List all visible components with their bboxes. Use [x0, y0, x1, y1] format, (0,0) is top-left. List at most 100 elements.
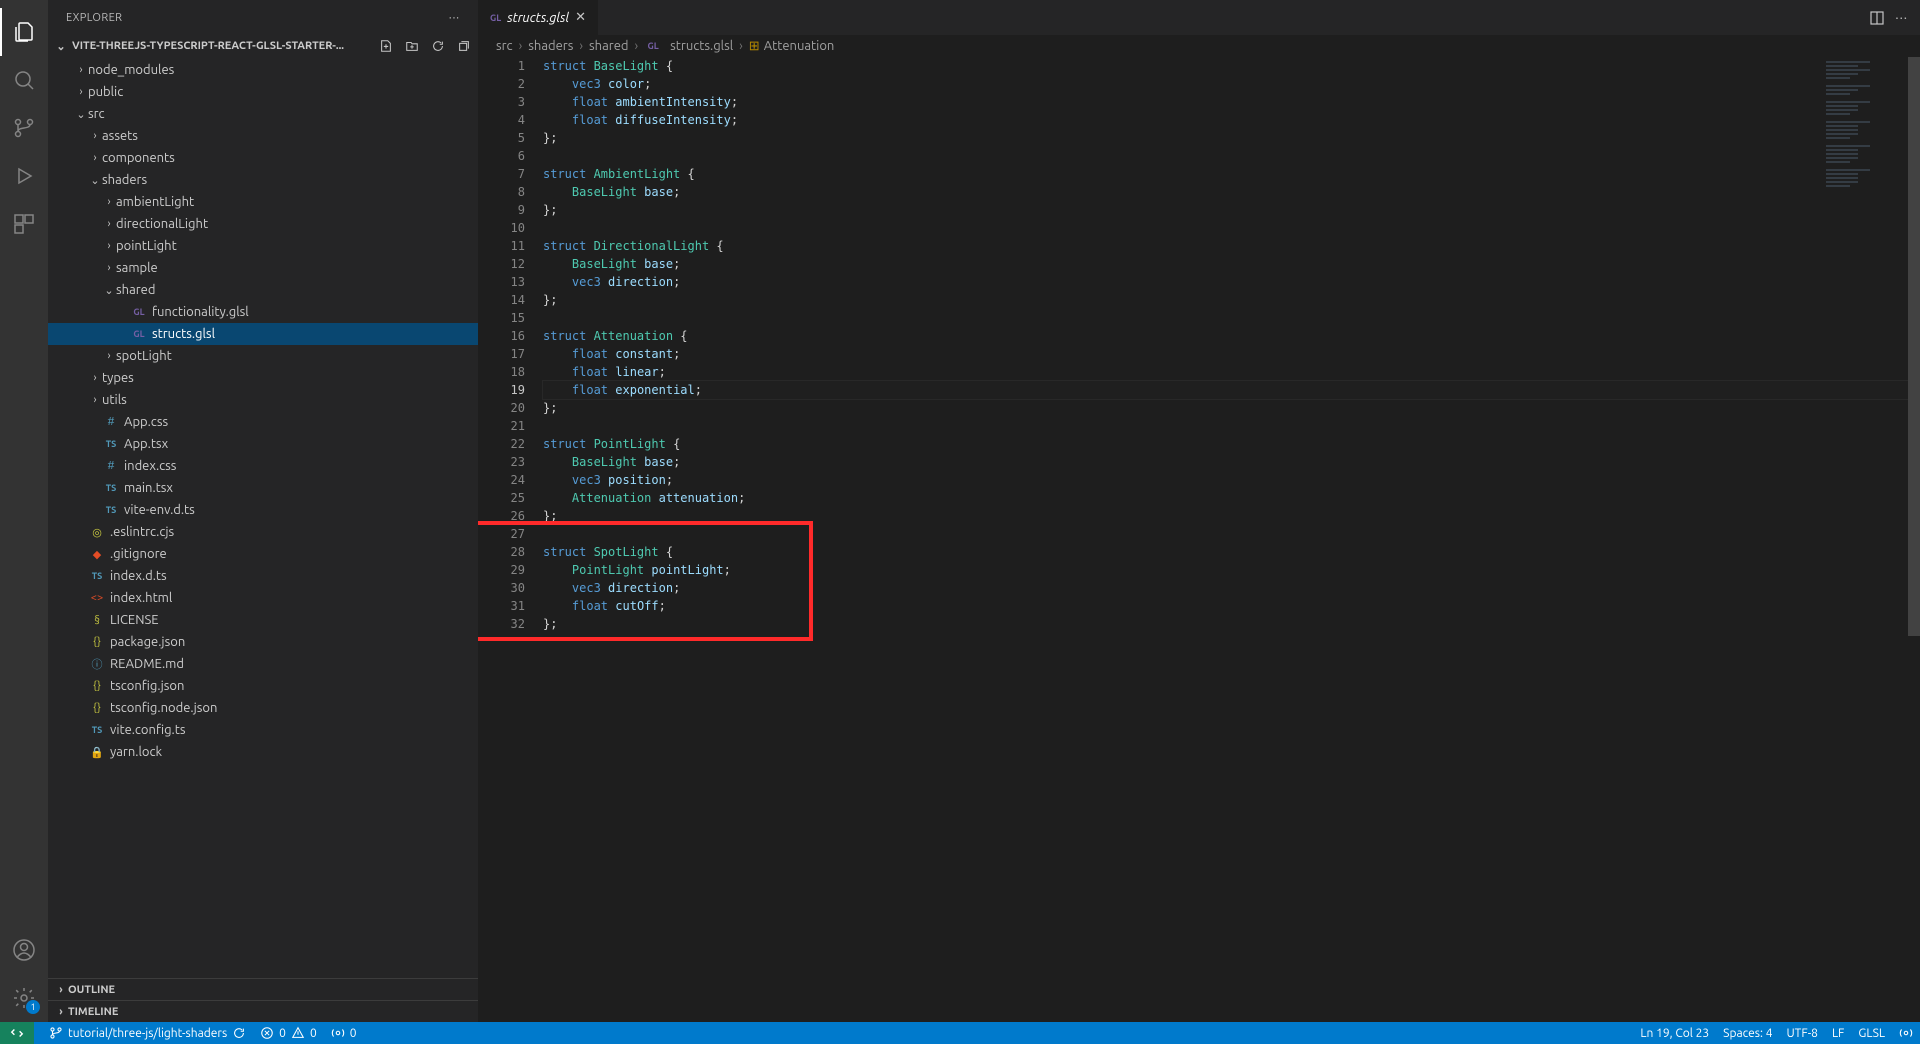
breadcrumb-item[interactable]: shared	[589, 39, 628, 53]
collapse-all-button[interactable]	[456, 38, 472, 54]
file-vite-config-ts[interactable]: TSvite.config.ts	[48, 719, 478, 741]
vertical-scrollbar[interactable]	[1908, 57, 1920, 1022]
code-line[interactable]: vec3 direction;	[543, 579, 1920, 597]
minimap[interactable]	[1826, 61, 1906, 187]
code-line[interactable]: };	[543, 507, 1920, 525]
code-line[interactable]: };	[543, 291, 1920, 309]
code-line[interactable]	[543, 147, 1920, 165]
code-line[interactable]	[543, 219, 1920, 237]
status-indent[interactable]: Spaces: 4	[1716, 1022, 1779, 1044]
code-line[interactable]: };	[543, 201, 1920, 219]
file-structs-glsl[interactable]: GLstructs.glsl	[48, 323, 478, 345]
folder-spotlight[interactable]: ›spotLight	[48, 345, 478, 367]
file-vite-env-d-ts[interactable]: TSvite-env.d.ts	[48, 499, 478, 521]
code-line[interactable]: };	[543, 615, 1920, 633]
activity-extensions[interactable]	[0, 200, 48, 248]
editor-more-button[interactable]: ···	[1895, 11, 1908, 25]
tab-close-button[interactable]: ✕	[575, 10, 586, 25]
file-tsconfig-node-json[interactable]: {}tsconfig.node.json	[48, 697, 478, 719]
file-package-json[interactable]: {}package.json	[48, 631, 478, 653]
code-area[interactable]: 1234567891011121314151617181920212223242…	[478, 57, 1920, 1022]
file-functionality-glsl[interactable]: GLfunctionality.glsl	[48, 301, 478, 323]
status-cursor[interactable]: Ln 19, Col 23	[1633, 1022, 1716, 1044]
code-line[interactable]: vec3 color;	[543, 75, 1920, 93]
folder-ambientlight[interactable]: ›ambientLight	[48, 191, 478, 213]
breadcrumb-item[interactable]: src	[496, 39, 513, 53]
code-line[interactable]	[543, 417, 1920, 435]
tab-structs-glsl[interactable]: GL structs.glsl ✕	[478, 0, 599, 35]
remote-button[interactable]	[0, 1022, 34, 1044]
folder-node-modules[interactable]: ›node_modules	[48, 59, 478, 81]
code-line[interactable]: vec3 position;	[543, 471, 1920, 489]
code-line[interactable]: };	[543, 129, 1920, 147]
activity-search[interactable]	[0, 56, 48, 104]
code-line[interactable]: BaseLight base;	[543, 183, 1920, 201]
status-language[interactable]: GLSL	[1851, 1022, 1892, 1044]
file-tree[interactable]: ›node_modules›public⌄src›assets›componen…	[48, 57, 478, 978]
file-readme-md[interactable]: ⓘREADME.md	[48, 653, 478, 675]
breadcrumb-item[interactable]: ⊞Attenuation	[749, 39, 835, 54]
file-app-tsx[interactable]: TSApp.tsx	[48, 433, 478, 455]
status-eol[interactable]: LF	[1825, 1022, 1851, 1044]
status-branch[interactable]: tutorial/three-js/light-shaders	[42, 1022, 253, 1044]
code-line[interactable]: PointLight pointLight;	[543, 561, 1920, 579]
code-line[interactable]: struct DirectionalLight {	[543, 237, 1920, 255]
code-line[interactable]: float ambientIntensity;	[543, 93, 1920, 111]
split-editor-button[interactable]	[1869, 10, 1885, 26]
breadcrumb-item[interactable]: shaders	[528, 39, 573, 53]
file-tsconfig-json[interactable]: {}tsconfig.json	[48, 675, 478, 697]
file-index-d-ts[interactable]: TSindex.d.ts	[48, 565, 478, 587]
code-line[interactable]: float diffuseIntensity;	[543, 111, 1920, 129]
activity-debug[interactable]	[0, 152, 48, 200]
code-line[interactable]: BaseLight base;	[543, 453, 1920, 471]
new-folder-button[interactable]	[404, 38, 420, 54]
timeline-section[interactable]: › TIMELINE	[48, 1000, 478, 1022]
activity-explorer[interactable]	[0, 8, 48, 56]
new-file-button[interactable]	[378, 38, 394, 54]
status-encoding[interactable]: UTF-8	[1779, 1022, 1824, 1044]
code-line[interactable]: struct SpotLight {	[543, 543, 1920, 561]
file-license[interactable]: §LICENSE	[48, 609, 478, 631]
code-line[interactable]	[543, 309, 1920, 327]
file-index-html[interactable]: <>index.html	[48, 587, 478, 609]
code-content[interactable]: struct BaseLight { vec3 color; float amb…	[543, 57, 1920, 1022]
folder-utils[interactable]: ›utils	[48, 389, 478, 411]
activity-settings[interactable]: 1	[0, 974, 48, 1022]
scrollbar-thumb[interactable]	[1908, 57, 1920, 636]
activity-account[interactable]	[0, 926, 48, 974]
code-line[interactable]: float constant;	[543, 345, 1920, 363]
breadcrumb-item[interactable]: GLstructs.glsl	[644, 39, 733, 53]
code-line[interactable]	[543, 525, 1920, 543]
code-line[interactable]: };	[543, 399, 1920, 417]
status-feedback[interactable]	[1892, 1022, 1920, 1044]
code-line[interactable]: float exponential;	[543, 381, 1920, 399]
folder-directionallight[interactable]: ›directionalLight	[48, 213, 478, 235]
file-yarn-lock[interactable]: 🔒yarn.lock	[48, 741, 478, 763]
file--eslintrc-cjs[interactable]: ◎.eslintrc.cjs	[48, 521, 478, 543]
file--gitignore[interactable]: ◆.gitignore	[48, 543, 478, 565]
file-main-tsx[interactable]: TSmain.tsx	[48, 477, 478, 499]
outline-section[interactable]: › OUTLINE	[48, 978, 478, 1000]
code-line[interactable]: float cutOff;	[543, 597, 1920, 615]
code-line[interactable]: Attenuation attenuation;	[543, 489, 1920, 507]
folder-src[interactable]: ⌄src	[48, 103, 478, 125]
file-app-css[interactable]: #App.css	[48, 411, 478, 433]
sidebar-more-button[interactable]: ···	[449, 12, 460, 24]
status-ports[interactable]: 0	[324, 1022, 364, 1044]
folder-pointlight[interactable]: ›pointLight	[48, 235, 478, 257]
code-line[interactable]: struct AmbientLight {	[543, 165, 1920, 183]
status-problems[interactable]: 0 0	[253, 1022, 324, 1044]
folder-types[interactable]: ›types	[48, 367, 478, 389]
code-line[interactable]: struct PointLight {	[543, 435, 1920, 453]
refresh-button[interactable]	[430, 38, 446, 54]
code-line[interactable]: struct Attenuation {	[543, 327, 1920, 345]
project-header[interactable]: ⌄ VITE-THREEJS-TYPESCRIPT-REACT-GLSL-STA…	[48, 35, 478, 57]
folder-components[interactable]: ›components	[48, 147, 478, 169]
folder-shared[interactable]: ⌄shared	[48, 279, 478, 301]
code-line[interactable]: vec3 direction;	[543, 273, 1920, 291]
folder-assets[interactable]: ›assets	[48, 125, 478, 147]
code-line[interactable]: float linear;	[543, 363, 1920, 381]
breadcrumbs[interactable]: src›shaders›shared›GLstructs.glsl›⊞Atten…	[478, 35, 1920, 57]
code-line[interactable]: struct BaseLight {	[543, 57, 1920, 75]
file-index-css[interactable]: #index.css	[48, 455, 478, 477]
